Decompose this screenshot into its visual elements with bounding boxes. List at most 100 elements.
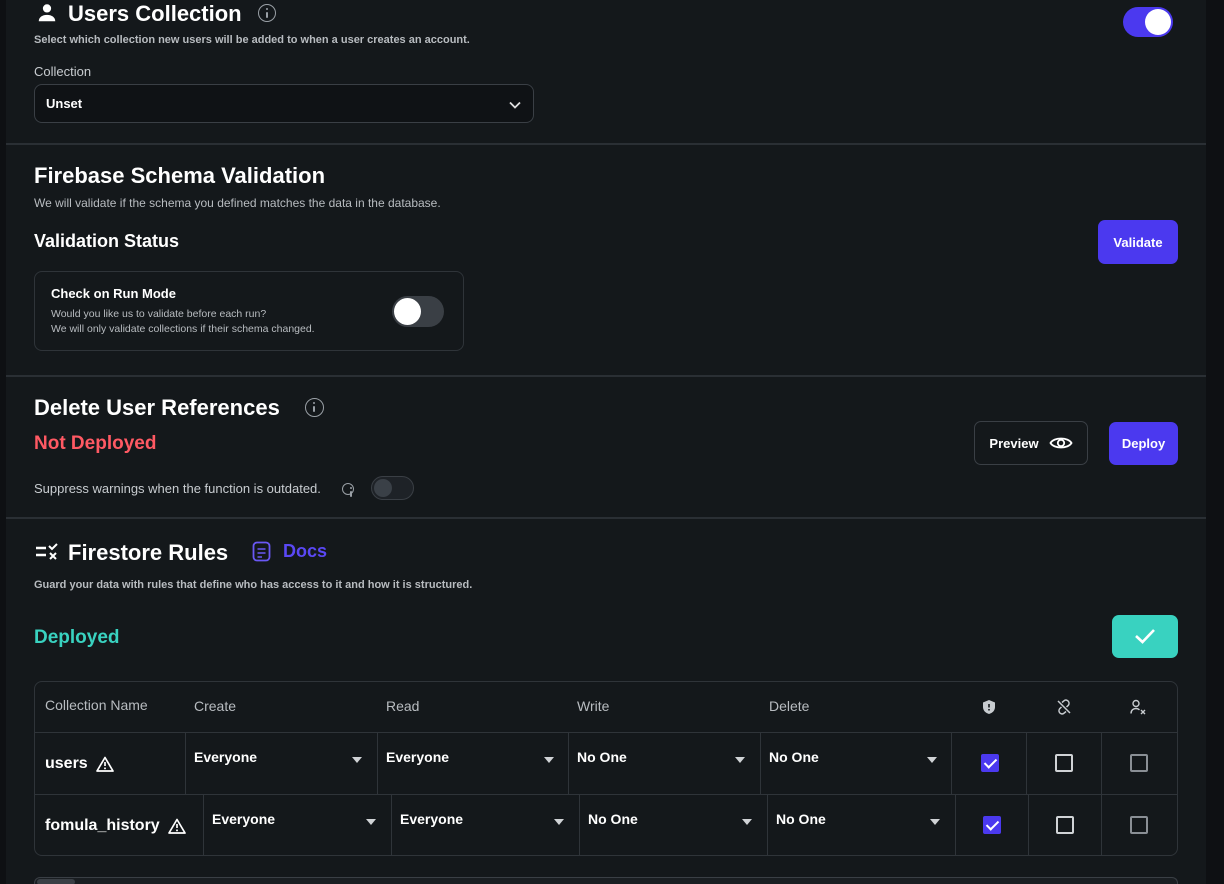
- info-icon[interactable]: [342, 483, 354, 497]
- header-write: Write: [577, 698, 610, 714]
- users-collection-section: Users Collection Select which collection…: [6, 0, 1206, 145]
- dropdown-arrow-icon: [735, 757, 745, 763]
- link-off-checkbox-cell: [1026, 733, 1101, 794]
- docs-link-label: Docs: [283, 541, 328, 561]
- document-icon: [252, 541, 271, 562]
- delete-user-refs-section: Delete User References Not Deployed Supp…: [6, 377, 1206, 519]
- settings-panel: Users Collection Select which collection…: [6, 0, 1206, 884]
- shield-checkbox-cell: [955, 795, 1028, 855]
- person-remove-checkbox-cell: [1101, 733, 1177, 794]
- link-off-icon: [1057, 699, 1071, 715]
- dropdown-arrow-icon: [544, 757, 554, 763]
- users-collection-title: Users Collection: [68, 1, 242, 26]
- shield-checkbox[interactable]: [981, 754, 999, 772]
- dropdown-arrow-icon: [366, 819, 376, 825]
- suppress-warnings-label: Suppress warnings when the function is o…: [34, 481, 321, 496]
- person-remove-checkbox[interactable]: [1130, 754, 1148, 772]
- rules-table: Collection Name Create Read Write Delete…: [34, 681, 1178, 856]
- dropdown-arrow-icon: [930, 819, 940, 825]
- run-mode-toggle[interactable]: [392, 296, 444, 327]
- users-collection-toggle[interactable]: [1123, 7, 1173, 37]
- table-header: Collection Name Create Read Write Delete: [35, 682, 1177, 732]
- create-value: Everyone: [194, 749, 258, 765]
- rules-checklist-icon: [36, 543, 58, 560]
- warning-icon: [167, 818, 186, 834]
- deploy-status: Not Deployed: [34, 433, 157, 454]
- shield-icon: [983, 700, 995, 714]
- dropdown-arrow-icon: [352, 757, 362, 763]
- header-create: Create: [194, 698, 237, 714]
- person-remove-checkbox[interactable]: [1130, 816, 1148, 834]
- header-read: Read: [386, 698, 420, 714]
- collection-name-cell: users: [45, 755, 114, 773]
- link-off-checkbox[interactable]: [1056, 816, 1074, 834]
- person-icon: [38, 4, 56, 22]
- read-dropdown[interactable]: Everyone: [377, 733, 568, 794]
- delete-value: No One: [769, 749, 819, 765]
- run-mode-line1: Would you like us to validate before eac…: [51, 308, 267, 320]
- create-dropdown[interactable]: Everyone: [203, 795, 391, 855]
- collection-name: users: [45, 755, 88, 772]
- collection-name-cell: fomula_history: [45, 817, 186, 835]
- toggle-knob: [394, 298, 421, 325]
- delete-user-refs-title: Delete User References: [34, 395, 280, 420]
- write-dropdown[interactable]: No One: [568, 733, 760, 794]
- run-mode-card: Check on Run Mode Would you like us to v…: [34, 271, 464, 351]
- preview-button[interactable]: Preview: [974, 421, 1088, 465]
- schema-validation-section: Firebase Schema Validation We will valid…: [6, 145, 1206, 377]
- write-dropdown[interactable]: No One: [579, 795, 767, 855]
- write-value: No One: [577, 749, 627, 765]
- scrollbar-thumb[interactable]: [37, 879, 75, 884]
- create-dropdown[interactable]: Everyone: [185, 733, 377, 794]
- info-icon[interactable]: [305, 398, 324, 417]
- collection-select-value: Unset: [46, 96, 83, 111]
- read-dropdown[interactable]: Everyone: [391, 795, 579, 855]
- run-mode-title: Check on Run Mode: [51, 286, 176, 301]
- suppress-warnings-toggle[interactable]: [371, 476, 414, 500]
- schema-validation-title: Firebase Schema Validation: [34, 163, 326, 188]
- validation-status-title: Validation Status: [34, 231, 180, 251]
- person-remove-checkbox-cell: [1101, 795, 1177, 855]
- toggle-knob: [374, 479, 392, 497]
- eye-icon: [1049, 437, 1073, 449]
- write-value: No One: [588, 811, 638, 827]
- rules-deploy-status: Deployed: [34, 627, 120, 648]
- dropdown-arrow-icon: [927, 757, 937, 763]
- link-off-checkbox[interactable]: [1055, 754, 1073, 772]
- firestore-rules-title: Firestore Rules: [68, 540, 229, 565]
- shield-checkbox[interactable]: [983, 816, 1001, 834]
- firestore-rules-description: Guard your data with rules that define w…: [34, 579, 473, 591]
- dropdown-arrow-icon: [742, 819, 752, 825]
- delete-dropdown[interactable]: No One: [760, 733, 951, 794]
- info-icon[interactable]: [258, 4, 276, 22]
- rules-deployed-button[interactable]: [1112, 615, 1178, 658]
- read-value: Everyone: [386, 749, 450, 765]
- horizontal-scrollbar[interactable]: [34, 877, 1178, 884]
- collection-name: fomula_history: [45, 817, 160, 834]
- header-collection-name: Collection Name: [45, 697, 148, 713]
- toggle-knob: [1145, 9, 1171, 35]
- run-mode-line2: We will only validate collections if the…: [51, 323, 315, 335]
- delete-value: No One: [776, 811, 826, 827]
- preview-button-label: Preview: [989, 435, 1039, 451]
- validate-button[interactable]: Validate: [1098, 220, 1178, 264]
- schema-validation-description: We will validate if the schema you defin…: [34, 196, 441, 210]
- shield-checkbox-cell: [951, 733, 1026, 794]
- header-delete: Delete: [769, 698, 810, 714]
- docs-link[interactable]: Docs: [252, 541, 327, 562]
- table-row: users Everyone Everyone No One No One: [35, 732, 1177, 794]
- chevron-down-icon: [509, 101, 521, 109]
- dropdown-arrow-icon: [554, 819, 564, 825]
- users-collection-description: Select which collection new users will b…: [34, 34, 470, 46]
- person-remove-icon: [1130, 699, 1146, 715]
- delete-dropdown[interactable]: No One: [767, 795, 955, 855]
- check-icon: [1135, 629, 1155, 644]
- warning-icon: [95, 756, 114, 772]
- read-value: Everyone: [400, 811, 464, 827]
- collection-select[interactable]: Unset: [34, 84, 534, 123]
- collection-label: Collection: [34, 64, 92, 79]
- table-row: fomula_history Everyone Everyone No One …: [35, 794, 1177, 855]
- link-off-checkbox-cell: [1028, 795, 1101, 855]
- deploy-button[interactable]: Deploy: [1109, 422, 1178, 465]
- create-value: Everyone: [212, 811, 276, 827]
